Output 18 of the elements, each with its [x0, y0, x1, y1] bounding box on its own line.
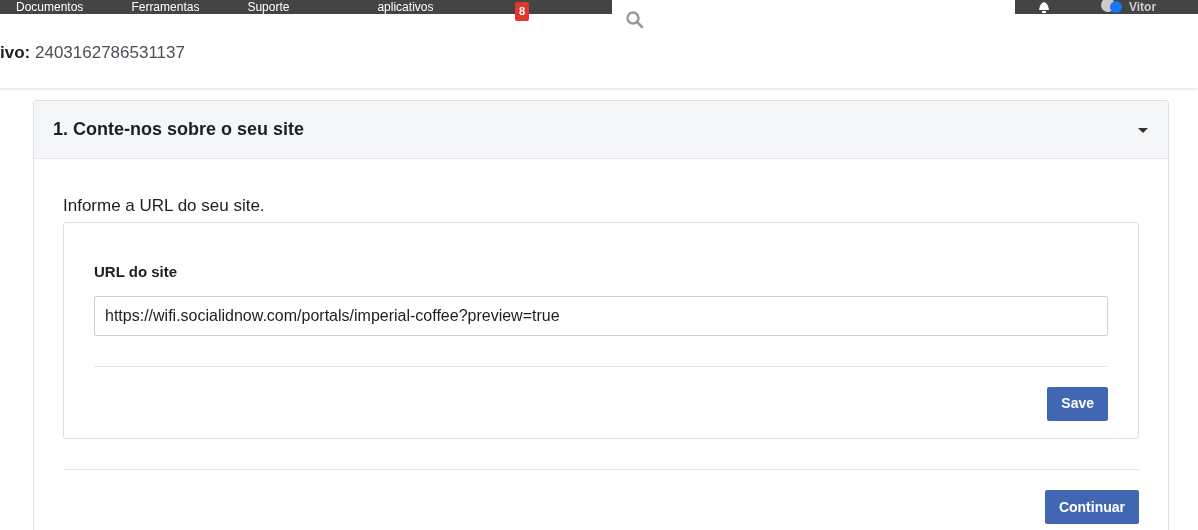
notification-badge: 8	[515, 2, 530, 21]
avatar-icon[interactable]	[1101, 0, 1123, 14]
field-label: URL do site	[94, 262, 179, 282]
search-icon[interactable]	[625, 10, 646, 30]
nav-link[interactable]: Ferramentas	[131, 1, 200, 13]
bell-icon[interactable]	[1037, 1, 1051, 13]
section-title: 1. Conte-nos sobre o seu site	[53, 118, 305, 141]
section-header[interactable]: 1. Conte-nos sobre o seu site	[34, 101, 1168, 159]
nav-link[interactable]: Suporte	[247, 1, 290, 13]
save-button[interactable]: Save	[1047, 386, 1108, 421]
prompt-text: Informe a URL do seu site.	[63, 196, 266, 216]
caret-icon[interactable]	[1137, 125, 1149, 134]
app-id-text: ivo: 2403162786531137	[0, 42, 185, 64]
continue-button[interactable]: Continuar	[1044, 490, 1139, 524]
nav-link[interactable]: aplicativos	[377, 1, 434, 13]
url-field[interactable]: https://wifi.socialidnow.com/portals/imperial-coffee?preview=true	[94, 295, 1108, 336]
user-name[interactable]: Vitor	[1129, 1, 1157, 13]
nav-link[interactable]: Documentos	[16, 1, 84, 13]
